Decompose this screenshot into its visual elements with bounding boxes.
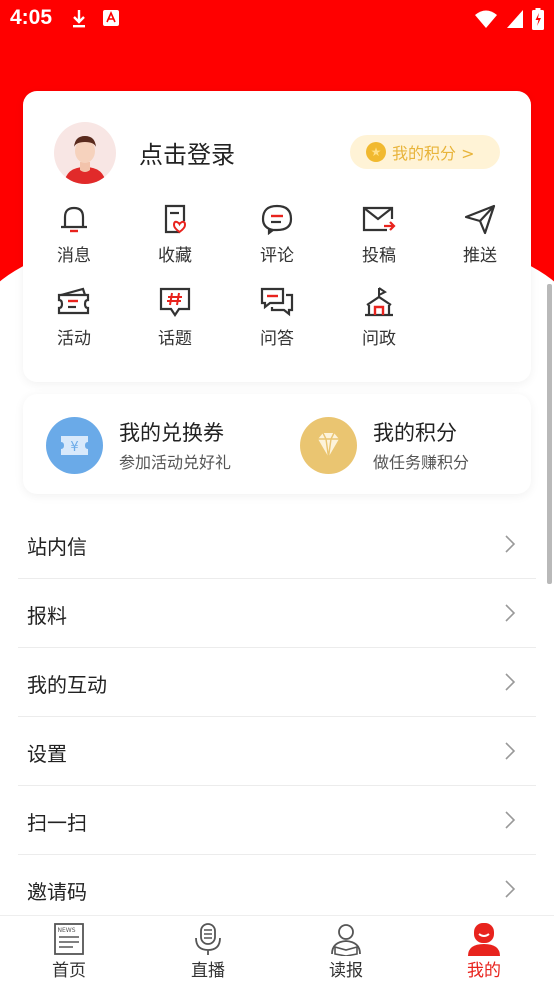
download-icon (73, 10, 85, 28)
tab-label: 读报 (329, 961, 363, 981)
coupon-subtitle: 参加活动兑好礼 (119, 453, 232, 472)
grid-item-messages[interactable]: 消息 (34, 203, 114, 266)
grid-label: 活动 (57, 329, 91, 349)
tab-label: 直播 (191, 961, 225, 981)
comment-icon (261, 204, 293, 235)
grid-label: 话题 (158, 329, 192, 349)
favorite-doc-icon (164, 204, 187, 234)
my-coupons-item[interactable]: ¥ 我的兑换券 参加活动兑好礼 (46, 415, 276, 475)
government-building-icon (365, 287, 393, 317)
grid-item-submit[interactable]: 投稿 (339, 203, 419, 266)
grid-label: 推送 (463, 246, 497, 266)
profile-card: 点击登录 我的积分 > 消息 收藏 (23, 91, 531, 382)
status-time: 4:05 (10, 6, 53, 29)
grid-item-comments[interactable]: 评论 (237, 203, 317, 266)
user-icon (468, 923, 500, 956)
avatar-person-icon (64, 136, 106, 184)
grid-item-favorites[interactable]: 收藏 (135, 203, 215, 266)
my-points-label: 我的积分 > (392, 144, 475, 163)
tab-live[interactable]: 直播 (168, 922, 248, 981)
bottom-tab-bar: NEWS 首页 直播 读报 我的 (0, 915, 554, 984)
chevron-right-icon (505, 742, 516, 760)
menu-item-settings[interactable]: 设置 (18, 717, 536, 786)
menu-label: 站内信 (27, 535, 87, 559)
chevron-right-icon (505, 880, 516, 898)
chevron-right-icon (505, 604, 516, 622)
grid-label: 消息 (57, 246, 91, 266)
signal-icon (507, 10, 523, 28)
tab-read-newspaper[interactable]: 读报 (306, 922, 386, 981)
microphone-icon (195, 923, 221, 955)
chat-bubbles-icon (260, 287, 294, 317)
menu-item-scan[interactable]: 扫一扫 (18, 786, 536, 855)
bell-icon (61, 206, 87, 233)
menu-item-interactions[interactable]: 我的互动 (18, 648, 536, 717)
settings-menu: 站内信 报料 我的互动 设置 扫一扫 邀请码 (18, 510, 536, 924)
chevron-right-icon (505, 811, 516, 829)
menu-label: 我的互动 (27, 673, 107, 697)
news-icon: NEWS (54, 923, 84, 955)
my-points-item[interactable]: 我的积分 做任务赚积分 (300, 415, 510, 475)
grid-item-politics[interactable]: 问政 (339, 286, 419, 349)
menu-label: 扫一扫 (27, 811, 87, 835)
battery-icon (532, 8, 544, 30)
mail-send-icon (362, 206, 396, 232)
grid-item-push[interactable]: 推送 (440, 203, 520, 266)
menu-label: 设置 (27, 742, 67, 766)
avatar[interactable] (54, 122, 116, 184)
points-subtitle: 做任务赚积分 (373, 453, 470, 472)
menu-item-report[interactable]: 报料 (18, 579, 536, 648)
grid-label: 问政 (362, 329, 396, 349)
app-notification-icon (103, 10, 119, 26)
scrollbar[interactable] (547, 284, 552, 584)
reader-icon (331, 924, 361, 956)
coupon-title: 我的兑换券 (119, 421, 224, 445)
my-points-button[interactable]: 我的积分 > (350, 135, 500, 169)
svg-text:NEWS: NEWS (58, 927, 76, 934)
points-title: 我的积分 (373, 421, 457, 445)
grid-item-qa[interactable]: 问答 (237, 286, 317, 349)
diamond-icon (300, 417, 357, 474)
wifi-icon (475, 10, 497, 28)
status-bar: 4:05 (0, 0, 554, 40)
menu-label: 邀请码 (27, 880, 87, 904)
chevron-right-icon (505, 535, 516, 553)
grid-label: 收藏 (158, 246, 192, 266)
grid-label: 问答 (260, 329, 294, 349)
tab-label: 首页 (52, 961, 86, 981)
tab-label: 我的 (467, 961, 501, 981)
menu-item-invite-code[interactable]: 邀请码 (18, 855, 536, 924)
svg-text:¥: ¥ (70, 440, 78, 455)
send-arrow-icon (464, 204, 496, 235)
hashtag-icon (159, 287, 191, 317)
tab-home[interactable]: NEWS 首页 (29, 922, 109, 981)
menu-label: 报料 (27, 604, 67, 628)
grid-label: 评论 (260, 246, 294, 266)
grid-item-activities[interactable]: 活动 (34, 286, 114, 349)
menu-item-inbox[interactable]: 站内信 (18, 510, 536, 579)
tab-mine[interactable]: 我的 (444, 922, 524, 981)
ticket-icon (57, 287, 90, 315)
grid-label: 投稿 (362, 246, 396, 266)
chevron-right-icon (505, 673, 516, 691)
coupon-icon: ¥ (46, 417, 103, 474)
grid-item-topics[interactable]: 话题 (135, 286, 215, 349)
rewards-card: ¥ 我的兑换券 参加活动兑好礼 我的积分 做任务赚积分 (23, 394, 531, 494)
coin-icon (366, 142, 386, 162)
login-link[interactable]: 点击登录 (139, 135, 235, 170)
